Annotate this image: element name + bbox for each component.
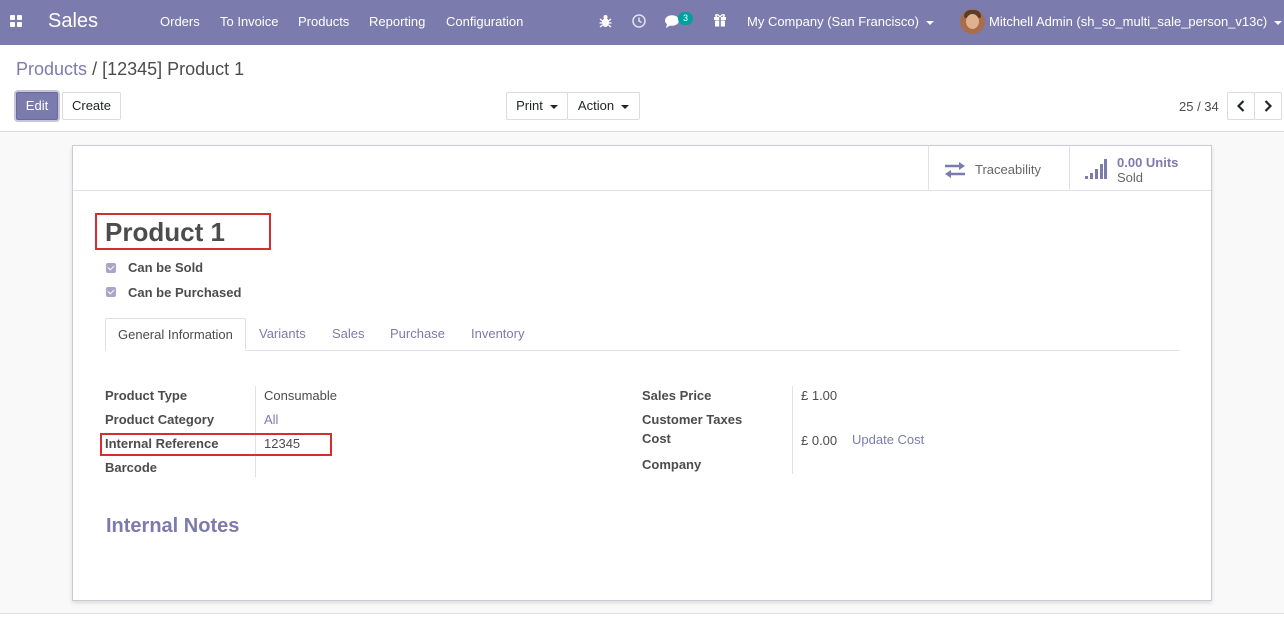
- breadcrumb-separator: /: [92, 59, 98, 79]
- breadcrumb-current: [12345] Product 1: [102, 59, 245, 79]
- sales-price-label: Sales Price: [642, 388, 712, 403]
- highlight-box-name: [95, 213, 271, 250]
- edit-button[interactable]: Edit: [16, 92, 58, 120]
- update-cost-link[interactable]: Update Cost: [852, 432, 924, 447]
- chevron-down-icon: [549, 104, 558, 109]
- user-menu[interactable]: Mitchell Admin (sh_so_multi_sale_person_…: [989, 14, 1283, 29]
- breadcrumb-products-link[interactable]: Products: [16, 59, 87, 79]
- action-label: Action: [577, 98, 615, 113]
- units-sold-button[interactable]: 0.00 Units Sold: [1069, 146, 1211, 190]
- company-switcher[interactable]: My Company (San Francisco): [747, 14, 934, 29]
- tab-general-information[interactable]: General Information: [105, 318, 246, 351]
- tab-sales[interactable]: Sales: [332, 318, 365, 350]
- action-button[interactable]: Action: [567, 92, 640, 120]
- highlight-box-reference: [100, 433, 332, 456]
- app-name: Sales: [48, 10, 99, 32]
- internal-notes-heading: Internal Notes: [106, 515, 240, 537]
- product-category-value[interactable]: All: [264, 412, 278, 427]
- print-label: Print: [516, 98, 543, 113]
- user-name: Mitchell Admin (sh_so_multi_sale_person_…: [989, 14, 1268, 29]
- print-button[interactable]: Print: [506, 92, 568, 120]
- apps-grid-icon[interactable]: [10, 15, 24, 29]
- pager-previous-button[interactable]: [1227, 92, 1255, 120]
- product-type-value[interactable]: Consumable: [264, 388, 337, 403]
- can-be-purchased-checkbox[interactable]: [106, 287, 116, 297]
- smart-button-bar: Traceability 0.00 Units Sold: [73, 146, 1211, 191]
- tab-bar: General Information Variants Sales Purch…: [105, 318, 1179, 351]
- traceability-button[interactable]: Traceability: [928, 146, 1070, 190]
- traceability-label: Traceability: [975, 162, 1041, 177]
- clock-icon[interactable]: [632, 14, 646, 28]
- chat-count-badge: 3: [678, 12, 693, 25]
- gift-icon[interactable]: [713, 13, 727, 27]
- product-type-label: Product Type: [105, 388, 188, 403]
- menu-orders[interactable]: Orders: [160, 14, 200, 29]
- sales-price-value[interactable]: £ 1.00: [801, 388, 837, 403]
- bug-icon[interactable]: [599, 14, 612, 28]
- field-divider: [792, 386, 793, 474]
- menu-products[interactable]: Products: [298, 14, 349, 29]
- cost-value: £ 0.00: [801, 433, 838, 448]
- cost-label: Cost: [642, 431, 671, 446]
- chevron-down-icon: [1274, 20, 1283, 25]
- chevron-right-icon: [1264, 100, 1273, 112]
- chevron-down-icon: [925, 20, 934, 25]
- pager-next-button[interactable]: [1254, 92, 1282, 120]
- chevron-down-icon: [621, 104, 630, 109]
- top-navbar: Sales Orders To Invoice Products Reporti…: [0, 0, 1284, 45]
- chevron-left-icon: [1236, 100, 1245, 112]
- tab-purchase[interactable]: Purchase: [390, 318, 445, 350]
- units-sold-value: 0.00 Units: [1117, 155, 1179, 170]
- barcode-label: Barcode: [105, 460, 158, 475]
- company-name: My Company (San Francisco): [747, 14, 919, 29]
- breadcrumb: Products / [12345] Product 1: [16, 59, 244, 80]
- can-be-sold-checkbox[interactable]: [106, 263, 116, 273]
- avatar[interactable]: [960, 9, 985, 34]
- customer-taxes-label: Customer Taxes: [642, 412, 743, 427]
- units-sold-label: Sold: [1117, 170, 1144, 185]
- product-category-label: Product Category: [105, 412, 215, 427]
- field-divider: [255, 386, 256, 477]
- exchange-icon: [945, 162, 965, 178]
- menu-reporting[interactable]: Reporting: [369, 14, 425, 29]
- can-be-purchased-label: Can be Purchased: [128, 285, 242, 300]
- menu-configuration[interactable]: Configuration: [446, 14, 523, 29]
- create-button[interactable]: Create: [62, 92, 121, 120]
- pager-value: 25 / 34: [1179, 99, 1219, 114]
- company-label: Company: [642, 457, 702, 472]
- menu-to-invoice[interactable]: To Invoice: [220, 14, 279, 29]
- can-be-sold-label: Can be Sold: [128, 260, 204, 275]
- signal-bars-icon: [1085, 159, 1107, 179]
- tab-variants[interactable]: Variants: [259, 318, 306, 350]
- tab-inventory[interactable]: Inventory: [471, 318, 524, 350]
